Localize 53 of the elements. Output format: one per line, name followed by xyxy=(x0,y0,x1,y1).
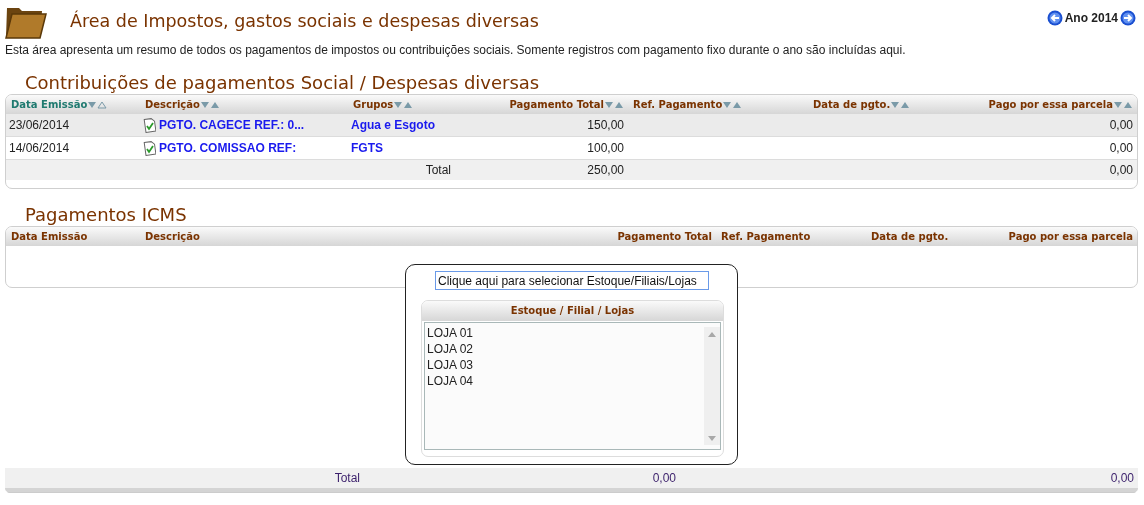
total-value: 250,00 xyxy=(586,163,625,177)
arrow-right-icon[interactable] xyxy=(1120,10,1136,26)
year-label: Ano 2014 xyxy=(1064,11,1118,25)
sort-icon[interactable] xyxy=(199,100,220,109)
page-title: Área de Impostos, gastos sociais e despesas diversas xyxy=(70,11,540,31)
column-header[interactable]: Pagamento Total xyxy=(560,231,716,242)
description-link[interactable]: PGTO. COMISSAO REF: xyxy=(159,141,297,155)
document-check-icon xyxy=(143,140,156,156)
column-header[interactable]: Data de pgto. xyxy=(813,99,891,110)
store-select-field[interactable]: Clique aqui para selecionar Estoque/Filiais/Lojas xyxy=(435,271,709,290)
column-header[interactable]: Descrição xyxy=(145,99,200,110)
sort-icon[interactable] xyxy=(890,100,911,109)
table-cell-text: 150,00 xyxy=(586,118,625,132)
total-value: 0,00 xyxy=(1108,163,1134,177)
table-cell-text: 0,00 xyxy=(1108,118,1134,132)
list-item[interactable]: LOJA 01 xyxy=(427,325,702,341)
sort-icon[interactable] xyxy=(393,100,414,109)
description-link[interactable]: PGTO. CAGECE REF.: 0... xyxy=(159,118,305,132)
total-value: 0,00 xyxy=(1109,471,1134,485)
sort-icon[interactable] xyxy=(1113,100,1133,109)
store-listbox[interactable]: LOJA 01 LOJA 02 LOJA 03 LOJA 04 xyxy=(424,322,721,450)
section-heading: Contribuições de pagamentos Social / Despesas diversas xyxy=(25,72,541,94)
group-link[interactable]: Agua e Esgoto xyxy=(348,118,455,132)
section-heading: Pagamentos ICMS xyxy=(25,204,188,226)
column-header[interactable]: Descrição xyxy=(140,231,560,242)
list-header: Estoque / Filial / Lojas xyxy=(422,301,723,321)
group-link[interactable]: FGTS xyxy=(348,141,455,155)
table-cell-text: 23/06/2014 xyxy=(8,118,71,132)
column-header[interactable]: Pagamento Total xyxy=(509,99,604,110)
total-value: 0,00 xyxy=(651,471,676,485)
table-cell-text: 14/06/2014 xyxy=(8,141,71,155)
arrow-left-icon[interactable] xyxy=(1046,10,1063,26)
sort-icon[interactable] xyxy=(604,100,624,109)
sort-icon[interactable] xyxy=(722,100,743,109)
column-header[interactable]: Grupos xyxy=(353,99,394,110)
sort-icon[interactable] xyxy=(87,100,108,109)
page-description: Esta área apresenta um resumo de todos os pagamentos de impostos ou contribuições sociais. Somente registros com pagamento fixo durante o ano são incluídas aqui. xyxy=(5,42,907,58)
scrollbar[interactable] xyxy=(704,327,720,445)
list-item[interactable]: LOJA 03 xyxy=(427,357,702,373)
table-cell-text: 100,00 xyxy=(586,141,625,155)
column-header[interactable]: Ref. Pagamento xyxy=(716,231,866,242)
total-label: Total xyxy=(424,163,452,177)
column-header[interactable]: Ref. Pagamento xyxy=(633,99,723,110)
table-cell-text: 0,00 xyxy=(1108,141,1134,155)
list-item[interactable]: LOJA 04 xyxy=(427,373,702,389)
column-header[interactable]: Data de pgto. xyxy=(866,231,986,242)
document-check-icon xyxy=(143,117,156,133)
list-item[interactable]: LOJA 02 xyxy=(427,341,702,357)
column-header[interactable]: Data Emissão xyxy=(6,231,140,242)
column-header[interactable]: Pago por essa parcela xyxy=(986,231,1137,242)
column-header[interactable]: Data Emissão xyxy=(11,99,88,110)
column-header[interactable]: Pago por essa parcela xyxy=(988,99,1113,110)
total-label: Total xyxy=(333,471,360,485)
